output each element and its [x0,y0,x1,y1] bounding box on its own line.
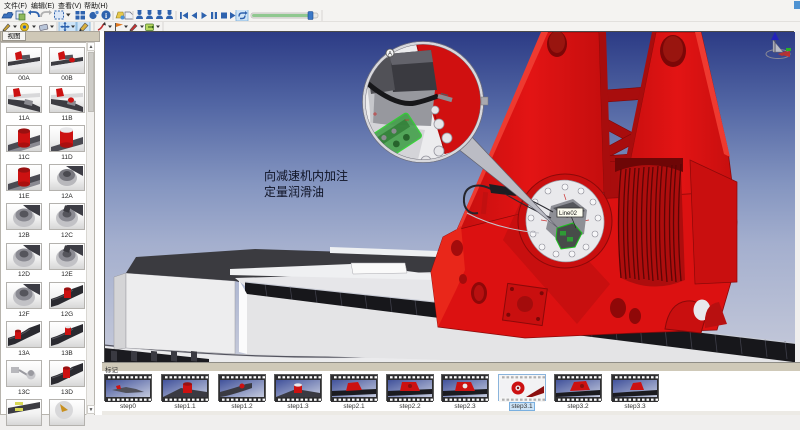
svg-text:A: A [388,52,392,58]
svg-text:向减速机内加注: 向减速机内加注 [264,168,348,183]
svg-text:定量润滑油: 定量润滑油 [264,184,324,199]
svg-text:i: i [105,11,107,20]
svg-text:Line02: Line02 [559,211,578,217]
